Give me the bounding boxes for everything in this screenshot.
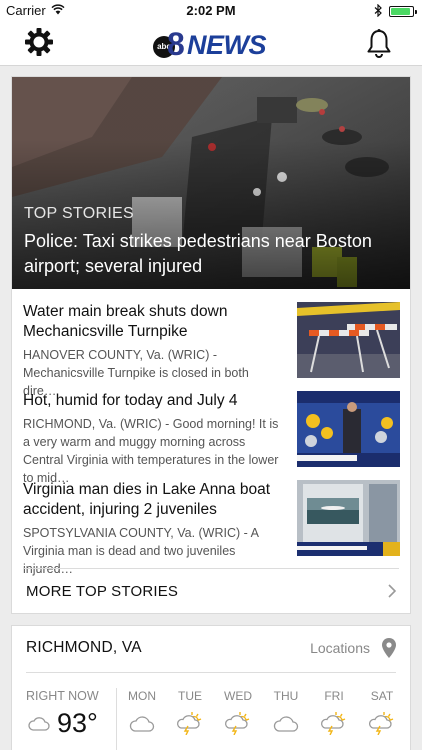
forecast-day[interactable]: SAT: [362, 689, 402, 735]
battery-icon: [389, 6, 417, 17]
bluetooth-icon: [374, 4, 382, 17]
story-summary: RICHMOND, Va. (WRIC) - Good morning! It …: [23, 417, 279, 485]
day-label: THU: [273, 689, 299, 703]
thunderstorm-icon: [177, 712, 202, 735]
chevron-right-icon: [388, 584, 397, 598]
cloud-icon: [28, 717, 50, 731]
more-top-stories-link[interactable]: MORE TOP STORIES: [23, 568, 399, 614]
story-thumbnail: [297, 391, 400, 467]
top-stories-card: TOP STORIES Police: Taxi strikes pedestr…: [11, 76, 411, 614]
section-label: TOP STORIES: [24, 205, 135, 222]
cloud-icon: [129, 716, 155, 732]
forecast-day[interactable]: TUE: [170, 689, 210, 735]
featured-story[interactable]: TOP STORIES Police: Taxi strikes pedestr…: [12, 77, 410, 289]
bell-icon[interactable]: [366, 28, 392, 58]
featured-headline: Police: Taxi strikes pedestrians near Bo…: [24, 231, 372, 276]
forecast-day[interactable]: THU: [266, 689, 306, 735]
story-title: Water main break shuts down Mechanicsvil…: [23, 303, 228, 340]
day-label: FRI: [324, 689, 344, 703]
forecast-day[interactable]: WED: [218, 689, 258, 735]
story-thumbnail: [297, 480, 400, 556]
status-time: 2:02 PM: [186, 3, 236, 18]
more-top-stories-label: MORE TOP STORIES: [26, 583, 179, 600]
locations-button[interactable]: Locations: [310, 640, 370, 656]
location-pin-icon[interactable]: [382, 638, 396, 658]
story-title: Hot, humid for today and July 4: [23, 392, 238, 409]
abc8-news-logo: abc 8 NEWS: [153, 28, 273, 60]
thunderstorm-icon: [321, 712, 346, 735]
story-item[interactable]: Virginia man dies in Lake Anna boat acci…: [12, 480, 410, 576]
forecast-day[interactable]: FRI: [314, 689, 354, 735]
story-item[interactable]: Water main break shuts down Mechanicsvil…: [12, 302, 410, 398]
day-label: SAT: [370, 689, 394, 703]
logo-eight: 8: [167, 26, 185, 62]
current-conditions[interactable]: RIGHT NOW 93°: [26, 689, 116, 738]
weather-card: RICHMOND, VA Locations RIGHT NOW 93° MON…: [11, 625, 411, 750]
story-item[interactable]: Hot, humid for today and July 4 RICHMOND…: [12, 391, 410, 485]
thunderstorm-icon: [369, 712, 394, 735]
status-bar: Carrier 2:02 PM: [0, 0, 422, 22]
thunderstorm-icon: [225, 712, 250, 735]
cloud-icon: [273, 716, 299, 732]
current-temperature: 93°: [57, 708, 98, 738]
story-thumbnail: [297, 302, 400, 378]
gear-icon[interactable]: [24, 27, 54, 57]
forecast-day[interactable]: MON: [122, 689, 162, 735]
story-title: Virginia man dies in Lake Anna boat acci…: [23, 481, 271, 518]
logo-news: NEWS: [187, 30, 267, 60]
day-label: MON: [128, 689, 156, 703]
battery-level: [391, 8, 410, 15]
nav-bar: abc 8 NEWS: [0, 22, 422, 66]
current-label: RIGHT NOW: [26, 689, 99, 703]
day-label: TUE: [178, 689, 202, 703]
weather-city: RICHMOND, VA: [26, 639, 142, 656]
day-label: WED: [224, 689, 252, 703]
